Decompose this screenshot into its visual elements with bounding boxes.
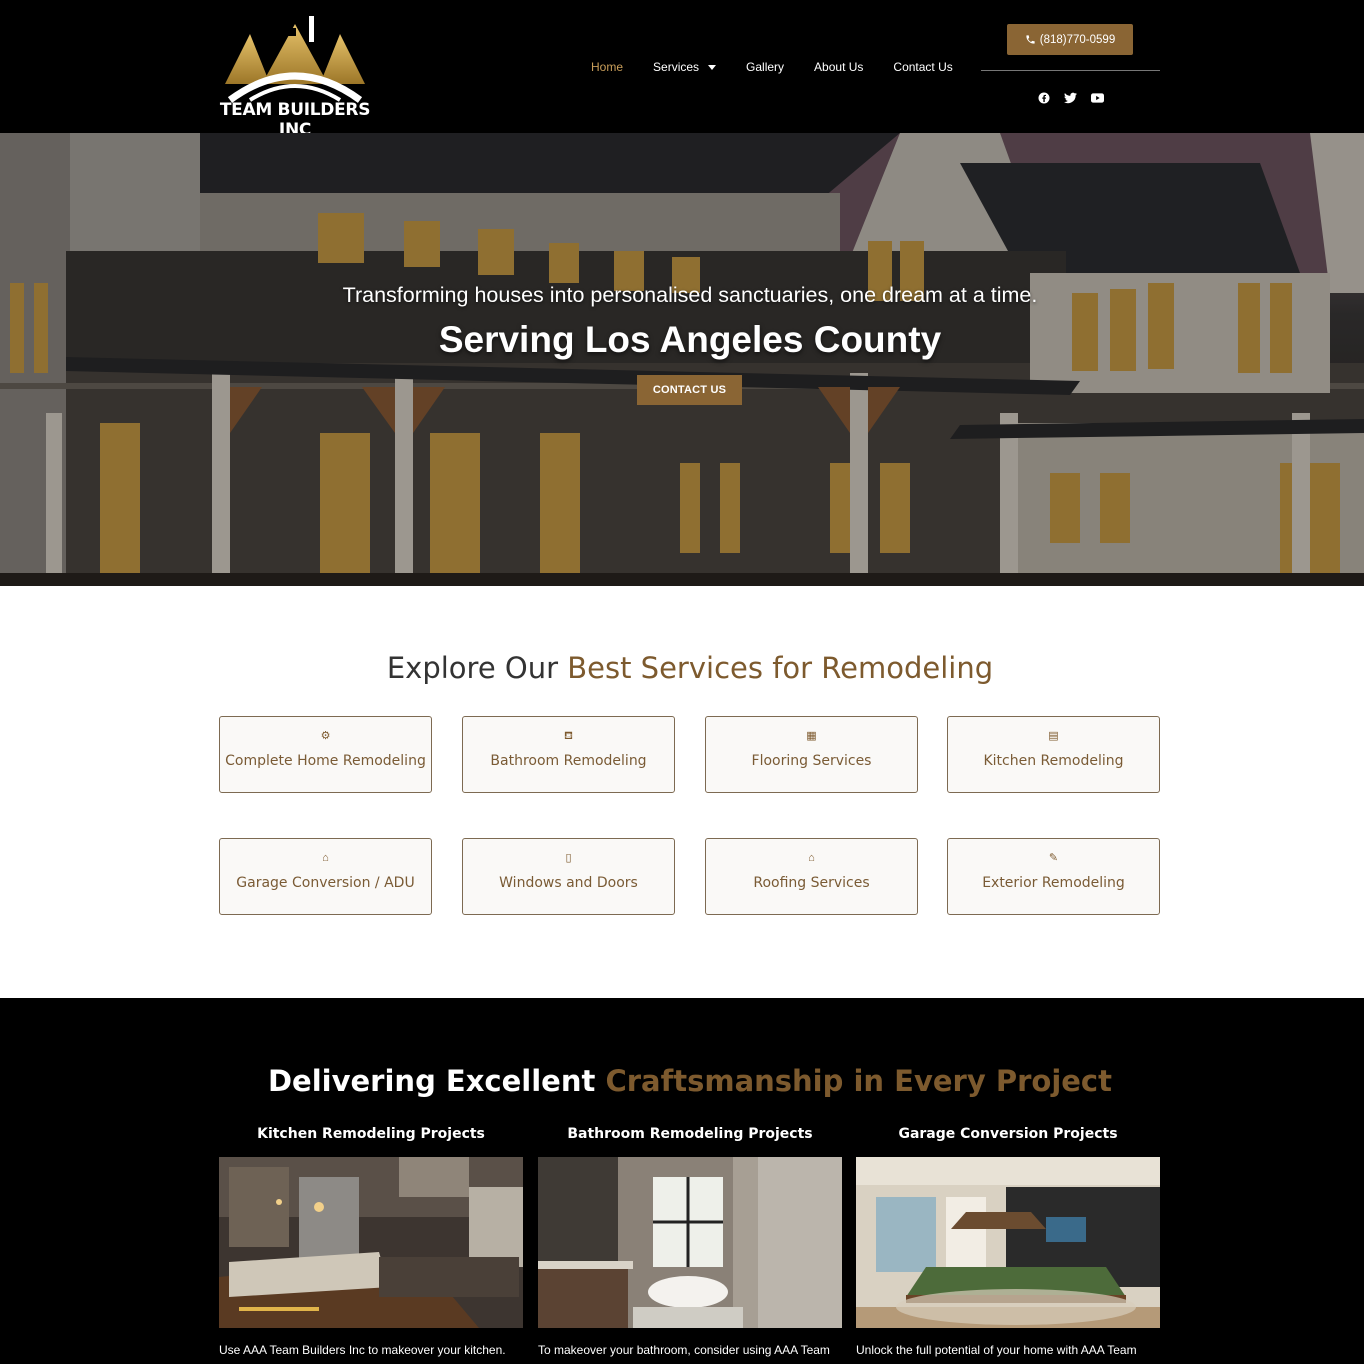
project-heading[interactable]: Garage Conversion Projects (856, 1126, 1160, 1146)
project-description: To makeover your bathroom, consider usin… (538, 1343, 830, 1357)
projects-heading-plain: Delivering Excellent (267, 1064, 606, 1098)
phone-number: (818)770-0599 (1039, 33, 1116, 46)
nav-home[interactable]: Home (591, 58, 623, 76)
exterior-brush-icon: ✎ (1048, 852, 1059, 864)
service-card-complete-home[interactable]: ⚙ Complete Home Remodeling (219, 716, 432, 793)
project-description: Unlock the full potential of your home w… (856, 1343, 1137, 1357)
contact-us-button[interactable]: CONTACT US (637, 375, 742, 405)
nav-about-us[interactable]: About Us (814, 58, 863, 76)
service-card-label: Windows and Doors (499, 875, 638, 891)
chevron-down-icon[interactable] (708, 64, 717, 70)
project-bathroom: Bathroom Remodeling Projects To makeover… (538, 1126, 842, 1357)
service-card-bathroom[interactable]: ⛾ Bathroom Remodeling (462, 716, 675, 793)
project-heading[interactable]: Kitchen Remodeling Projects (219, 1126, 523, 1146)
project-garage: Garage Conversion Projects Unlock the fu… (856, 1126, 1160, 1357)
service-card-label: Exterior Remodeling (982, 875, 1125, 891)
logo[interactable]: TEAM BUILDERS INC (200, 12, 390, 140)
nav-gallery[interactable]: Gallery (746, 58, 784, 76)
projects-section: Delivering Excellent Craftsmanship in Ev… (0, 998, 1364, 1364)
youtube-icon[interactable] (1090, 90, 1105, 105)
service-card-label: Complete Home Remodeling (225, 753, 426, 769)
project-heading[interactable]: Bathroom Remodeling Projects (538, 1126, 842, 1146)
door-window-icon: ▯ (565, 852, 572, 864)
hero-banner: Transforming houses into personalised sa… (0, 133, 1364, 586)
house-cog-icon: ⚙ (320, 730, 331, 742)
kitchen-project-image[interactable] (219, 1157, 523, 1328)
garage-project-image[interactable] (856, 1157, 1160, 1328)
nav-contact-us[interactable]: Contact Us (893, 58, 952, 76)
phone-icon (1026, 35, 1035, 44)
project-description: Use AAA Team Builders Inc to makeover yo… (219, 1343, 506, 1357)
logo-mark-icon (225, 16, 365, 103)
roof-icon: ⌂ (808, 852, 815, 864)
service-card-label: Bathroom Remodeling (490, 753, 647, 769)
service-card-roofing[interactable]: ⌂ Roofing Services (705, 838, 918, 915)
service-card-label: Garage Conversion / ADU (236, 875, 415, 891)
kitchen-icon: ▤ (1048, 730, 1059, 742)
bathroom-project-image[interactable] (538, 1157, 842, 1328)
services-heading-accent: Best Services for Remodeling (567, 651, 994, 685)
services-heading-plain: Explore Our (386, 651, 568, 685)
social-links (1036, 90, 1105, 105)
services-heading: Explore Our Best Services for Remodeling (0, 651, 1364, 685)
project-kitchen: Kitchen Remodeling Projects Use AAA Team… (219, 1126, 523, 1357)
bathtub-icon: ⛾ (564, 730, 573, 742)
garage-icon: ⌂ (322, 852, 329, 864)
header-divider (981, 70, 1160, 71)
main-nav: Home Services Gallery About Us Contact U… (591, 58, 983, 76)
service-card-garage[interactable]: ⌂ Garage Conversion / ADU (219, 838, 432, 915)
service-card-flooring[interactable]: ▦ Flooring Services (705, 716, 918, 793)
service-card-label: Roofing Services (753, 875, 870, 891)
service-card-label: Kitchen Remodeling (983, 753, 1124, 769)
phone-button[interactable]: (818)770-0599 (1007, 24, 1133, 55)
facebook-icon[interactable] (1036, 90, 1051, 105)
nav-services-label: Services (653, 60, 700, 74)
service-card-kitchen[interactable]: ▤ Kitchen Remodeling (947, 716, 1160, 793)
service-card-label: Flooring Services (751, 753, 872, 769)
projects-heading: Delivering Excellent Craftsmanship in Ev… (0, 1064, 1364, 1098)
nav-services[interactable]: Services (653, 58, 717, 76)
site-header: TEAM BUILDERS INC Home Services Gallery … (0, 0, 1364, 140)
twitter-icon[interactable] (1063, 90, 1078, 105)
hero-subtitle: Transforming houses into personalised sa… (342, 283, 1038, 307)
service-card-windows-doors[interactable]: ▯ Windows and Doors (462, 838, 675, 915)
floor-tiles-icon: ▦ (806, 730, 817, 742)
service-card-exterior[interactable]: ✎ Exterior Remodeling (947, 838, 1160, 915)
projects-heading-accent: Craftsmanship in Every Project (605, 1064, 1112, 1098)
hero-title: Serving Los Angeles County (438, 319, 942, 360)
